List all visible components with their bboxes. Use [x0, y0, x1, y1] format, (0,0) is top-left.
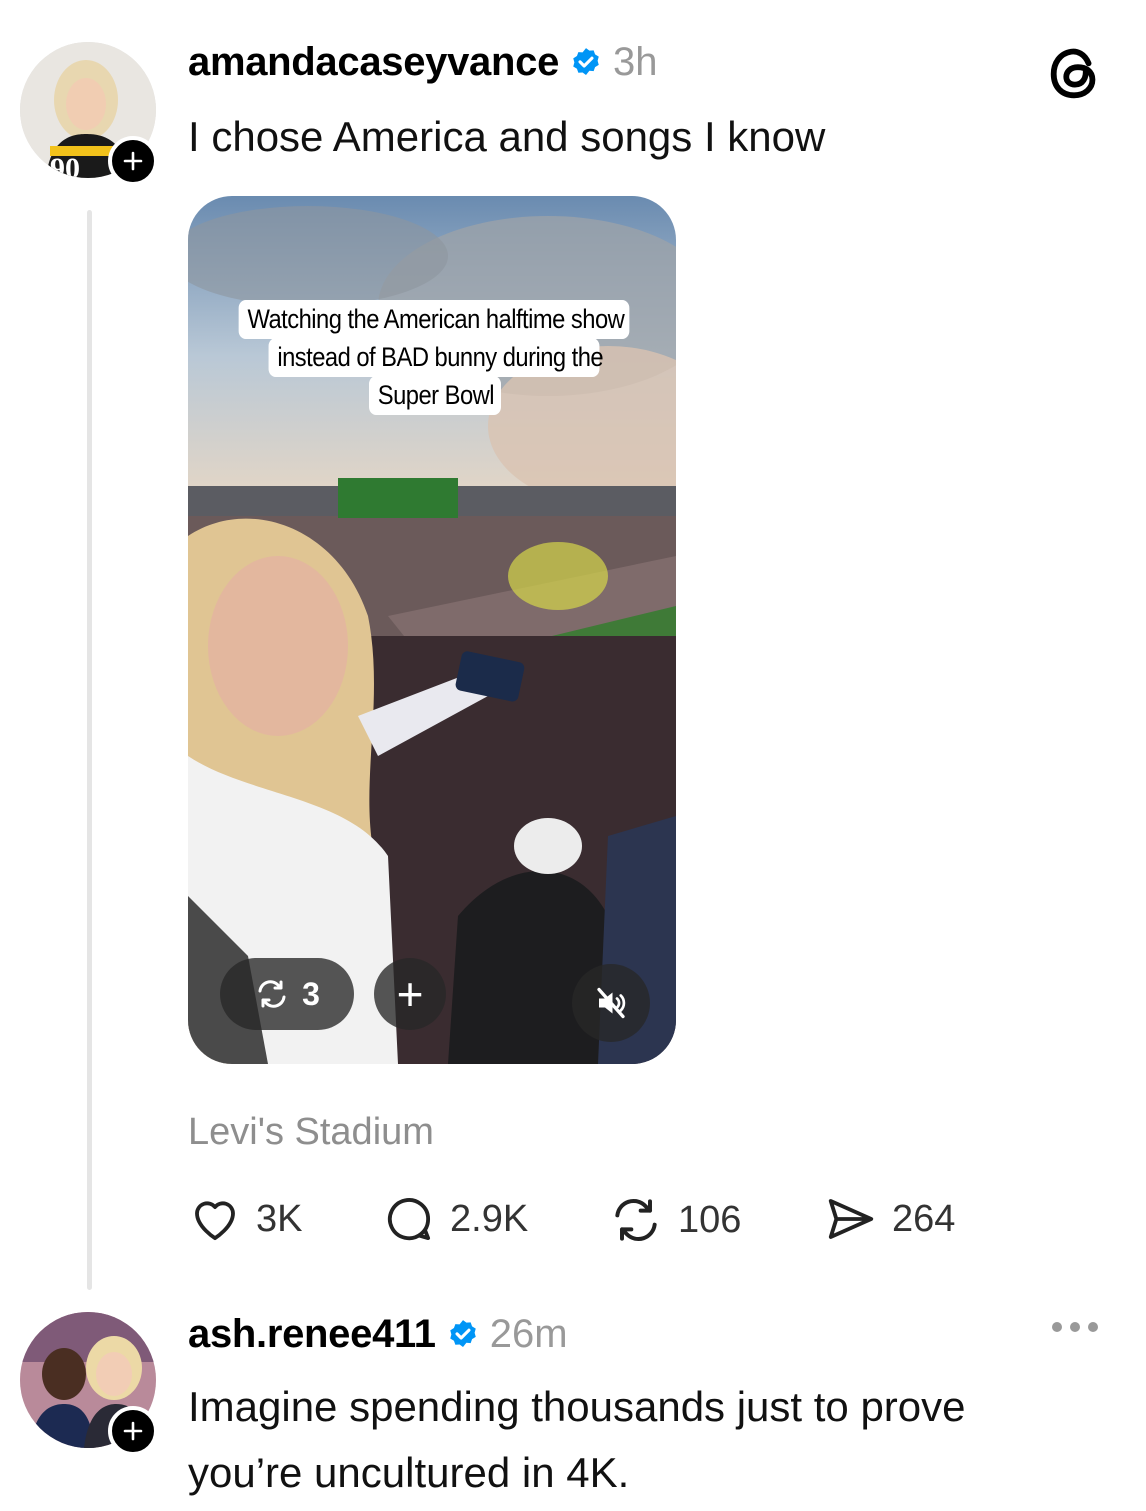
more-dots-icon	[1052, 1322, 1062, 1332]
more-options-button[interactable]	[1052, 1322, 1098, 1332]
plus-icon	[123, 151, 143, 171]
plus-icon	[123, 1421, 143, 1441]
plus-icon: +	[396, 968, 424, 1020]
reply-username[interactable]: ash.renee411	[188, 1312, 436, 1357]
like-button[interactable]: 3K	[188, 1192, 302, 1246]
more-dots-icon	[1070, 1322, 1080, 1332]
video-add-button[interactable]: +	[374, 958, 446, 1030]
heart-icon	[195, 1201, 235, 1241]
thread-connector-line	[87, 210, 92, 1290]
verified-badge-icon	[449, 1319, 476, 1347]
comment-count: 2.9K	[450, 1197, 529, 1240]
more-dots-icon	[1088, 1322, 1098, 1332]
repost-button[interactable]: 106	[608, 1192, 741, 1248]
reply-follow-button[interactable]	[108, 1406, 158, 1456]
post-timestamp: 3h	[613, 40, 658, 84]
reply-text: Imagine spending thousands just to prove…	[188, 1374, 966, 1506]
reply-text-line: you’re uncultured in 4K.	[188, 1449, 630, 1496]
speaker-muted-icon	[597, 987, 626, 1019]
video-caption-line: instead of BAD bunny during the	[268, 338, 604, 377]
verified-badge-icon	[573, 47, 599, 75]
like-count: 3K	[256, 1197, 303, 1240]
repost-count: 106	[678, 1198, 742, 1241]
share-count: 264	[892, 1197, 956, 1240]
video-caption-line: Watching the American halftime show	[238, 300, 630, 339]
reply-timestamp: 26m	[489, 1312, 568, 1356]
author-username[interactable]: amandacaseyvance	[188, 40, 559, 85]
video-repost-button[interactable]: 3	[220, 958, 354, 1030]
svg-text:90: 90	[50, 152, 80, 178]
video-caption-line: Super Bowl	[369, 376, 501, 415]
reply-header: ash.renee411 26m	[188, 1312, 568, 1357]
post-header: amandacaseyvance 3h	[188, 40, 658, 85]
location-tag[interactable]: Levi's Stadium	[188, 1111, 434, 1154]
follow-button[interactable]	[108, 136, 158, 186]
comment-button[interactable]: 2.9K	[382, 1192, 528, 1246]
send-icon	[828, 1199, 874, 1239]
repost-icon	[615, 1199, 657, 1241]
reply-text-line: Imagine spending thousands just to prove	[188, 1383, 966, 1430]
comment-bubble-icon	[387, 1198, 431, 1241]
threads-logo-icon[interactable]	[1044, 42, 1106, 104]
post-video[interactable]: Watching the American halftime show inst…	[188, 196, 676, 1064]
post-text: I chose America and songs I know	[188, 113, 826, 160]
repost-icon	[258, 980, 286, 1008]
video-repost-count: 3	[302, 975, 320, 1012]
share-button[interactable]: 264	[824, 1192, 955, 1246]
mute-toggle-button[interactable]	[572, 964, 650, 1042]
